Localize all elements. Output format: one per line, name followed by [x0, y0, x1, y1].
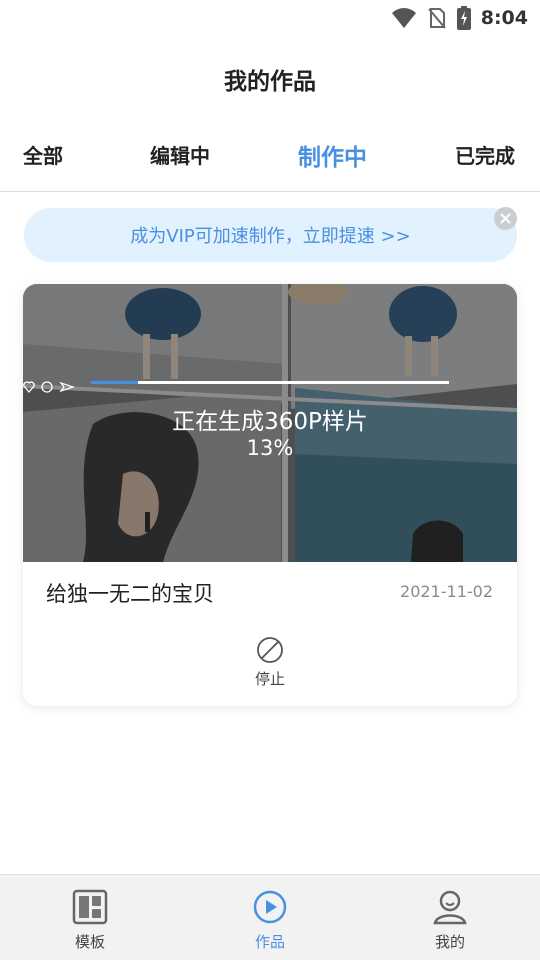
progress-bar: [91, 381, 449, 384]
nav-mine-label: 我的: [434, 933, 465, 951]
status-time: 8:04: [480, 7, 528, 29]
work-thumbnail: 正在生成360P样片 13%: [23, 284, 517, 562]
work-card[interactable]: 正在生成360P样片 13% 给独一无二的宝贝 2021-11-02 停止: [23, 284, 517, 706]
like-comment-share-icons: [23, 381, 76, 394]
banner-text: 成为VIP可加速制作，立即提速 >>: [130, 226, 411, 247]
progress-percent: 13%: [246, 436, 294, 460]
no-sim-icon: [427, 7, 447, 29]
page-title: 我的作品: [224, 69, 316, 95]
screen: 8:04 我的作品 全部 编辑中 制作中 已完成 成为VIP可加速制作，立即提速…: [0, 0, 540, 960]
progress-status-text: 正在生成360P样片: [172, 409, 368, 435]
wifi-icon: [391, 7, 417, 29]
stop-button[interactable]: 停止: [230, 636, 310, 696]
social-icons: [23, 380, 85, 394]
template-icon: [72, 889, 108, 925]
nav-works[interactable]: 作品: [210, 889, 330, 957]
bottom-nav: 模板 作品 我的: [0, 874, 540, 960]
nav-templates-label: 模板: [74, 933, 105, 951]
tab-bar: 全部 编辑中 制作中 已完成: [0, 130, 540, 192]
tab-all[interactable]: 全部: [23, 140, 63, 169]
tab-completed[interactable]: 已完成: [455, 140, 515, 169]
tab-in-production[interactable]: 制作中: [298, 138, 367, 172]
nav-mine[interactable]: 我的: [390, 889, 510, 957]
close-icon: [500, 213, 511, 224]
progress-fill: [91, 381, 138, 384]
nav-templates[interactable]: 模板: [30, 889, 150, 957]
profile-icon: [433, 890, 467, 925]
nav-works-label: 作品: [254, 933, 285, 951]
banner-close-button[interactable]: [494, 207, 517, 230]
work-date: 2021-11-02: [400, 582, 493, 601]
battery-charging-icon: [456, 6, 471, 30]
play-icon: [253, 890, 287, 924]
tab-editing[interactable]: 编辑中: [150, 140, 210, 169]
work-title: 给独一无二的宝贝: [46, 582, 214, 606]
status-bar: 8:04: [0, 0, 540, 36]
stop-icon: [257, 637, 283, 663]
vip-speedup-banner[interactable]: 成为VIP可加速制作，立即提速 >>: [24, 208, 517, 262]
stop-label: 停止: [254, 670, 285, 688]
